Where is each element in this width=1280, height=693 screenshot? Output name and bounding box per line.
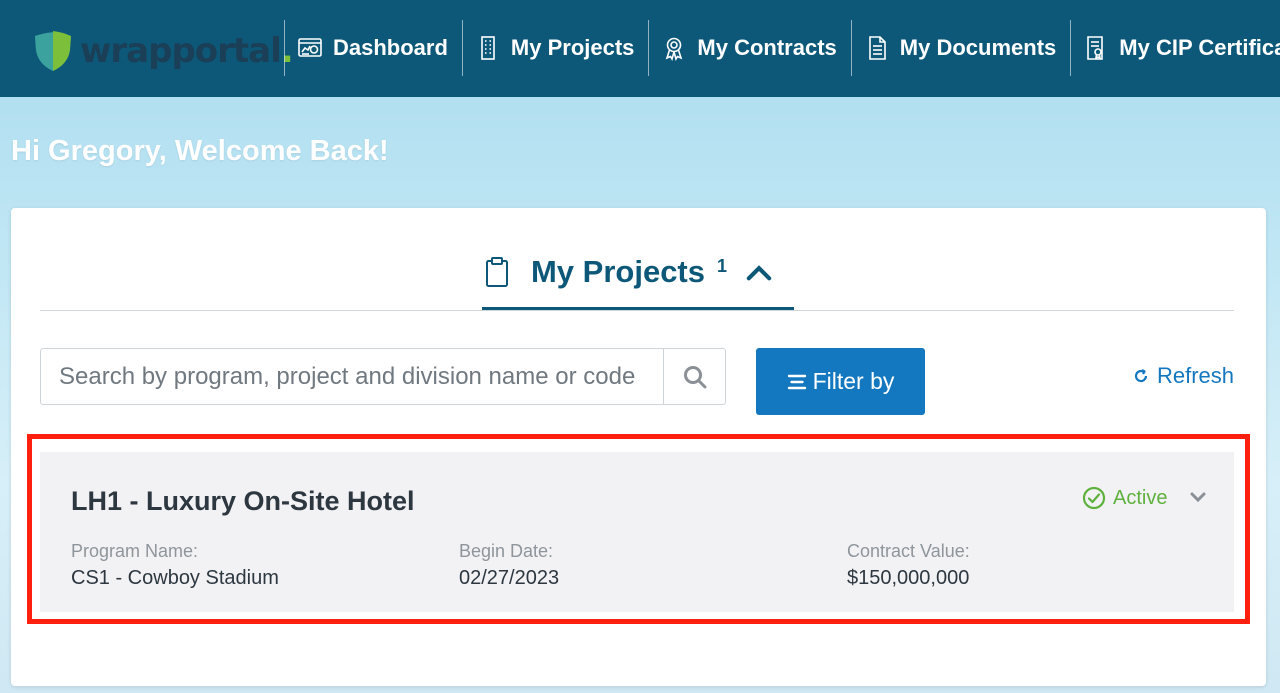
filter-by-button[interactable]: Filter by <box>756 348 925 415</box>
project-title: LH1 - Luxury On-Site Hotel <box>71 486 415 516</box>
program-name-value: CS1 - Cowboy Stadium <box>71 567 279 589</box>
filter-lines-icon <box>787 374 806 389</box>
nav-item-my-cip-certificates[interactable]: My CIP Certificates <box>1070 20 1280 76</box>
filter-by-label: Filter by <box>812 368 895 394</box>
tab-my-projects[interactable]: My Projects 1 <box>482 236 794 310</box>
status-badge: Active <box>1082 486 1167 510</box>
nav-item-my-documents[interactable]: My Documents <box>850 20 1070 76</box>
project-search <box>40 348 726 405</box>
refresh-label: Refresh <box>1157 363 1235 388</box>
nav-item-label: Dashboard <box>333 35 448 60</box>
project-list-item[interactable]: LH1 - Luxury On-Site Hotel Active Progra… <box>40 452 1234 612</box>
shield-logo-icon <box>35 31 71 71</box>
nav-item-label: My Projects <box>510 35 635 60</box>
begin-date-value: 02/27/2023 <box>459 567 560 589</box>
brand-logo[interactable]: wrapportal. <box>32 30 294 72</box>
nav-item-my-contracts[interactable]: My Contracts <box>648 20 850 76</box>
nav-item-dashboard[interactable]: Dashboard <box>284 20 462 76</box>
nav-item-label: My CIP Certificates <box>1119 35 1280 60</box>
building-icon <box>481 36 495 60</box>
chevron-down-icon[interactable] <box>1189 490 1207 504</box>
contract-value-value: $150,000,000 <box>847 567 970 589</box>
check-circle-icon <box>1082 486 1106 510</box>
dashboard-icon <box>298 38 322 57</box>
contract-value-label: Contract Value: <box>847 541 970 561</box>
main-nav: Dashboard My Projects My Contracts My Do… <box>284 20 1280 76</box>
begin-date-label: Begin Date: <box>459 541 554 561</box>
award-icon <box>666 37 683 61</box>
tab-divider <box>40 310 1234 311</box>
status-label: Active <box>1113 486 1168 509</box>
nav-item-my-projects[interactable]: My Projects <box>461 20 649 76</box>
certificate-icon <box>1087 36 1104 60</box>
search-input[interactable] <box>41 349 663 404</box>
top-navigation-bar: wrapportal. Dashboard My Projects My Con… <box>0 0 1280 97</box>
search-icon <box>683 365 706 388</box>
projects-card: My Projects 1 Filter by Refresh <box>11 208 1266 686</box>
chevron-up-icon[interactable] <box>745 256 773 288</box>
nav-item-label: My Documents <box>899 35 1057 60</box>
clipboard-icon <box>485 256 508 287</box>
project-count-badge: 1 <box>717 256 728 276</box>
brand-name: wrapportal. <box>80 31 294 71</box>
refresh-button[interactable]: Refresh <box>1133 363 1234 389</box>
refresh-icon <box>1134 369 1148 383</box>
tab-label: My Projects <box>530 253 705 289</box>
nav-item-label: My Contracts <box>697 35 837 60</box>
document-icon <box>868 36 886 60</box>
program-name-label: Program Name: <box>71 541 199 561</box>
search-button[interactable] <box>663 349 725 404</box>
welcome-message: Hi Gregory, Welcome Back! <box>11 135 389 167</box>
